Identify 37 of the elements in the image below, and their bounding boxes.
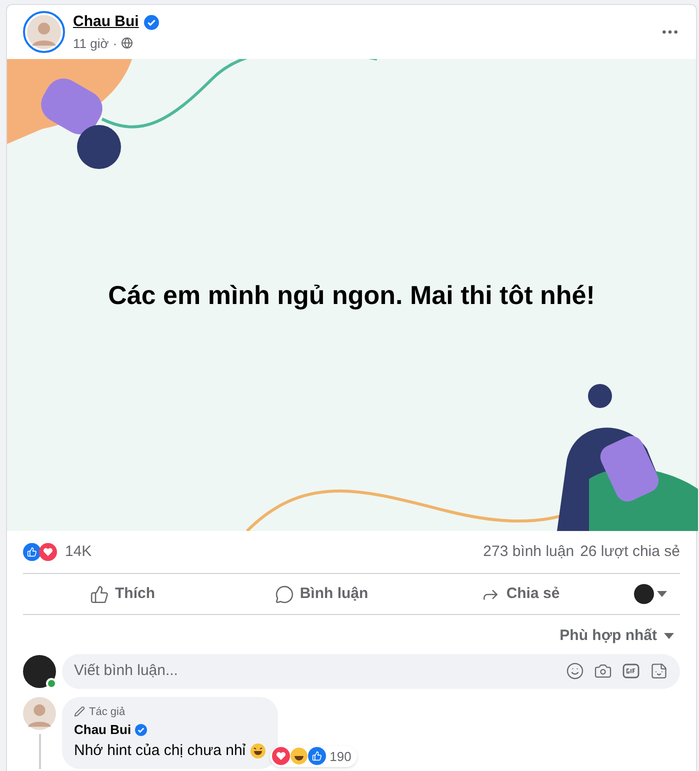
sticker-icon[interactable] <box>650 662 668 680</box>
post-message: Các em mình ngủ ngon. Mai thi tôt nhé! <box>108 278 595 312</box>
share-button[interactable]: Chia sẻ <box>421 582 620 606</box>
caret-icon <box>664 633 674 640</box>
share-count[interactable]: 26 lượt chia sẻ <box>580 540 680 564</box>
laughing-reaction-icon <box>290 747 308 766</box>
comment-button[interactable]: Bình luận <box>222 582 421 606</box>
reaction-summary[interactable]: 190 <box>270 746 358 767</box>
like-reaction-icon <box>308 747 326 766</box>
commenter-name[interactable]: Chau Bui <box>74 720 132 740</box>
author-name[interactable]: Chau Bui <box>73 11 139 34</box>
laughing-face-icon <box>250 742 266 759</box>
pen-icon <box>74 706 85 718</box>
emoji-icon[interactable] <box>566 662 584 680</box>
thumbs-up-icon <box>90 584 109 604</box>
post-time[interactable]: 11 giờ <box>73 34 109 53</box>
like-reaction-icon <box>23 543 41 561</box>
love-reaction-icon <box>39 543 57 561</box>
camera-icon[interactable] <box>594 662 612 680</box>
avatar-icon <box>27 15 61 49</box>
author-label: Tác giả <box>89 704 126 720</box>
gif-icon[interactable] <box>622 662 640 680</box>
sort-dropdown[interactable]: Phù hợp nhất <box>560 625 674 648</box>
globe-icon <box>121 37 134 50</box>
like-button[interactable]: Thích <box>23 582 222 606</box>
comment-text: Nhớ hint của chị chưa nhỉ <box>74 740 246 760</box>
speech-bubble-icon <box>274 584 294 604</box>
love-reaction-icon <box>272 747 290 766</box>
comment-composer[interactable]: Viết bình luận... <box>62 654 680 688</box>
reaction-total: 190 <box>328 748 352 766</box>
commenter-avatar-icon <box>23 696 56 730</box>
user-avatar-icon <box>23 654 56 688</box>
comment-count[interactable]: 273 bình luận <box>483 540 574 564</box>
caret-icon <box>656 591 666 597</box>
comment-input-field[interactable]: Viết bình luận... <box>74 660 566 682</box>
reaction-count[interactable]: 14K <box>65 540 92 564</box>
separator-dot: · <box>112 34 118 52</box>
